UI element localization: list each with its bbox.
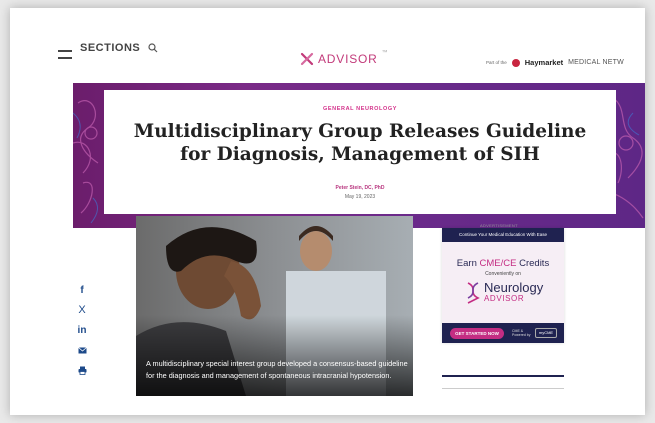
- linkedin-icon: in: [77, 324, 87, 336]
- email-share-button[interactable]: [72, 340, 92, 360]
- search-icon[interactable]: [148, 43, 158, 53]
- haymarket-network[interactable]: Part of the Haymarket MEDICAL NETW: [486, 58, 624, 67]
- ad-neurology-logo: Neurology ADVISOR: [466, 280, 544, 304]
- ad-top-banner: Continue Your Medical Education With Eas…: [442, 228, 564, 242]
- haymarket-logo-icon: [511, 58, 520, 67]
- sections-label[interactable]: SECTIONS: [80, 42, 140, 54]
- sidebar-divider-thin: [442, 388, 564, 389]
- category-tag[interactable]: GENERAL NEUROLOGY: [104, 106, 616, 112]
- ad-cme-text: CME & Powered by: [512, 329, 530, 337]
- share-rail: f X in: [72, 280, 92, 380]
- article-image: A multidisciplinary special interest gro…: [136, 216, 413, 396]
- linkedin-share-button[interactable]: in: [72, 320, 92, 340]
- browser-frame: SECTIONS ADVISOR ™ Part of the Haymarket…: [10, 8, 645, 415]
- mycme-badge: myCME: [535, 328, 557, 338]
- brand-trademark: ™: [381, 50, 388, 56]
- get-started-button[interactable]: GET STARTED NOW: [450, 328, 504, 339]
- ad-conveniently: Conveniently on: [485, 271, 521, 277]
- ad-earn-suffix: Credits: [516, 258, 550, 269]
- print-share-button[interactable]: [72, 360, 92, 380]
- ad-body: Earn CME/CE Credits Conveniently on Neur…: [442, 242, 564, 323]
- haymarket-name: Haymarket: [524, 58, 564, 67]
- image-caption: A multidisciplinary special interest gro…: [146, 359, 408, 380]
- facebook-icon: f: [80, 284, 84, 296]
- facebook-share-button[interactable]: f: [72, 280, 92, 300]
- site-logo[interactable]: ADVISOR ™: [300, 50, 388, 66]
- cme-advertisement[interactable]: Continue Your Medical Education With Eas…: [442, 228, 564, 343]
- haymarket-sub: MEDICAL NETW: [568, 59, 624, 66]
- dna-helix-icon: [467, 282, 480, 304]
- sidebar-divider: [442, 375, 564, 377]
- brand-x-icon: [300, 52, 314, 66]
- print-icon: [78, 366, 86, 375]
- ad-cme-line2: Powered by: [512, 333, 531, 337]
- brand-name: ADVISOR: [318, 52, 378, 66]
- email-icon: [77, 346, 87, 353]
- author-link[interactable]: Peter Stein, DC, PhD: [104, 185, 616, 191]
- x-share-button[interactable]: X: [72, 300, 92, 320]
- ad-earn-credits: Earn CME/CE Credits: [442, 258, 564, 269]
- ad-bottom-bar: GET STARTED NOW CME & Powered by myCME: [442, 323, 564, 343]
- headline-card: GENERAL NEUROLOGY Multidisciplinary Grou…: [104, 90, 616, 214]
- sections-menu[interactable]: SECTIONS: [58, 42, 158, 60]
- site-header: SECTIONS ADVISOR ™ Part of the Haymarket…: [10, 8, 645, 83]
- article-headline: Multidisciplinary Group Releases Guideli…: [133, 121, 587, 165]
- publish-date: May 19, 2023: [344, 194, 376, 200]
- ad-earn-highlight: CME/CE: [479, 258, 517, 269]
- ad-logo-sub: ADVISOR: [484, 294, 525, 303]
- ad-logo-name: Neurology: [484, 280, 544, 295]
- hamburger-icon[interactable]: [58, 49, 72, 59]
- ad-earn-prefix: Earn: [456, 258, 480, 269]
- part-of-label: Part of the: [486, 60, 507, 65]
- x-icon: X: [78, 304, 86, 316]
